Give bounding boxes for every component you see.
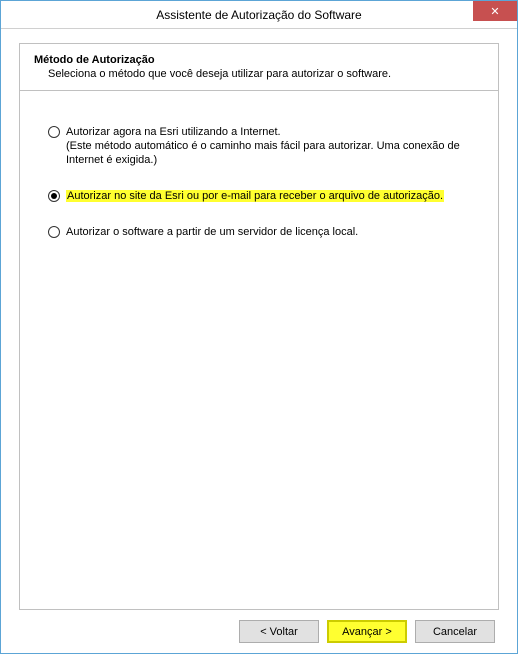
option-internet-text: Autorizar agora na Esri utilizando a Int… — [66, 125, 478, 167]
close-icon: ✕ — [490, 5, 499, 18]
inner-panel: Método de Autorização Seleciona o método… — [19, 43, 499, 610]
page-heading: Método de Autorização — [34, 54, 484, 66]
option-email[interactable]: Autorizar no site da Esri ou por e-mail … — [48, 189, 478, 203]
cancel-button[interactable]: Cancelar — [415, 620, 495, 643]
option-internet-sub: (Este método automático é o caminho mais… — [66, 139, 478, 167]
wizard-window: Assistente de Autorização do Software ✕ … — [0, 0, 518, 654]
button-row: < Voltar Avançar > Cancelar — [19, 610, 499, 643]
options-group: Autorizar agora na Esri utilizando a Int… — [20, 91, 498, 271]
header-section: Método de Autorização Seleciona o método… — [20, 44, 498, 88]
option-local-text: Autorizar o software a partir de um serv… — [66, 225, 358, 239]
next-button[interactable]: Avançar > — [327, 620, 407, 643]
option-email-label: Autorizar no site da Esri ou por e-mail … — [66, 190, 444, 202]
option-local[interactable]: Autorizar o software a partir de um serv… — [48, 225, 478, 239]
option-internet[interactable]: Autorizar agora na Esri utilizando a Int… — [48, 125, 478, 167]
option-internet-label: Autorizar agora na Esri utilizando a Int… — [66, 125, 478, 139]
content-area: Método de Autorização Seleciona o método… — [1, 29, 517, 653]
option-email-text: Autorizar no site da Esri ou por e-mail … — [66, 189, 444, 203]
page-subheading: Seleciona o método que você deseja utili… — [48, 68, 484, 80]
radio-local[interactable] — [48, 226, 60, 238]
titlebar: Assistente de Autorização do Software ✕ — [1, 1, 517, 29]
close-button[interactable]: ✕ — [473, 1, 517, 21]
radio-email[interactable] — [48, 190, 60, 202]
back-button[interactable]: < Voltar — [239, 620, 319, 643]
window-title: Assistente de Autorização do Software — [1, 8, 517, 22]
radio-internet[interactable] — [48, 126, 60, 138]
option-local-label: Autorizar o software a partir de um serv… — [66, 225, 358, 239]
